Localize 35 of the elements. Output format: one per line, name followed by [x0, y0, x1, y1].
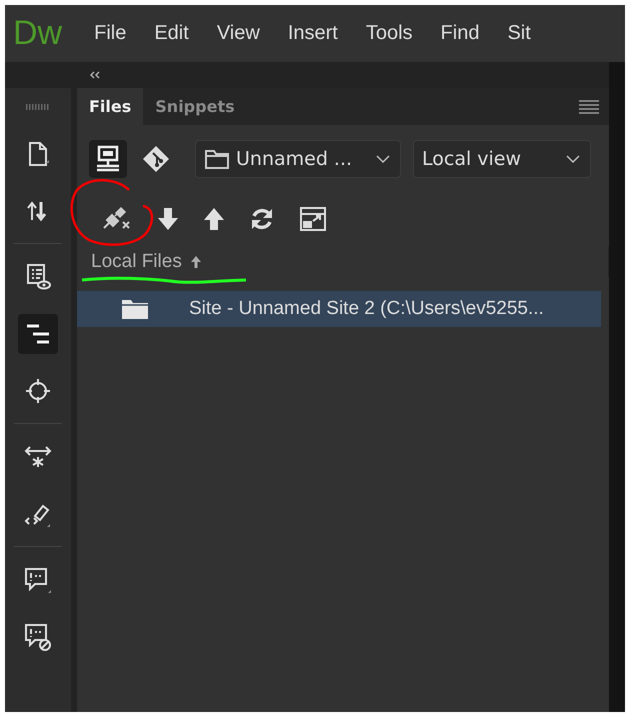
panel-tab[interactable]: Files [77, 88, 144, 125]
git-diamond-icon [141, 144, 171, 174]
menu-item[interactable]: Edit [154, 22, 189, 45]
file-row[interactable]: Site - Unnamed Site 2 (C:\Users\ev5255... [77, 291, 601, 327]
view-dropdown[interactable]: Local view [413, 140, 591, 178]
comment-blocked-icon [23, 622, 53, 652]
grip-icon[interactable] [26, 104, 50, 110]
menu-item[interactable]: View [216, 22, 260, 45]
comment-icon [23, 566, 53, 594]
column-header[interactable]: Local Files [91, 251, 182, 273]
network-computer-icon [94, 145, 122, 173]
expand-window-icon [299, 206, 327, 232]
menu-item[interactable]: Insert [288, 22, 338, 45]
toolbar-button[interactable] [18, 314, 58, 354]
text-align-icon [24, 322, 52, 344]
refresh-icon [249, 206, 275, 232]
menu-item[interactable]: Find [440, 22, 480, 45]
list-eye-icon [24, 262, 52, 290]
up-arrow-icon [203, 206, 225, 232]
folder-icon [121, 298, 149, 320]
chevron-down-icon [566, 155, 580, 163]
menu-item[interactable]: Tools [366, 22, 413, 45]
chevron-down-icon [376, 155, 390, 163]
crosshair-icon [25, 378, 51, 404]
menu-icon[interactable] [579, 100, 599, 114]
sort-ascending-icon[interactable] [190, 255, 202, 269]
menu-item[interactable]: Sit [507, 22, 531, 45]
view-button[interactable] [89, 140, 127, 178]
menu-item[interactable]: File [94, 22, 126, 45]
folder-icon [204, 148, 230, 170]
app-logo: Dw [13, 14, 62, 53]
site-dropdown[interactable]: Unnamed ... [195, 140, 401, 178]
collapse-icon[interactable] [89, 71, 101, 79]
document-icon [26, 140, 50, 166]
down-arrow-icon [157, 206, 179, 232]
